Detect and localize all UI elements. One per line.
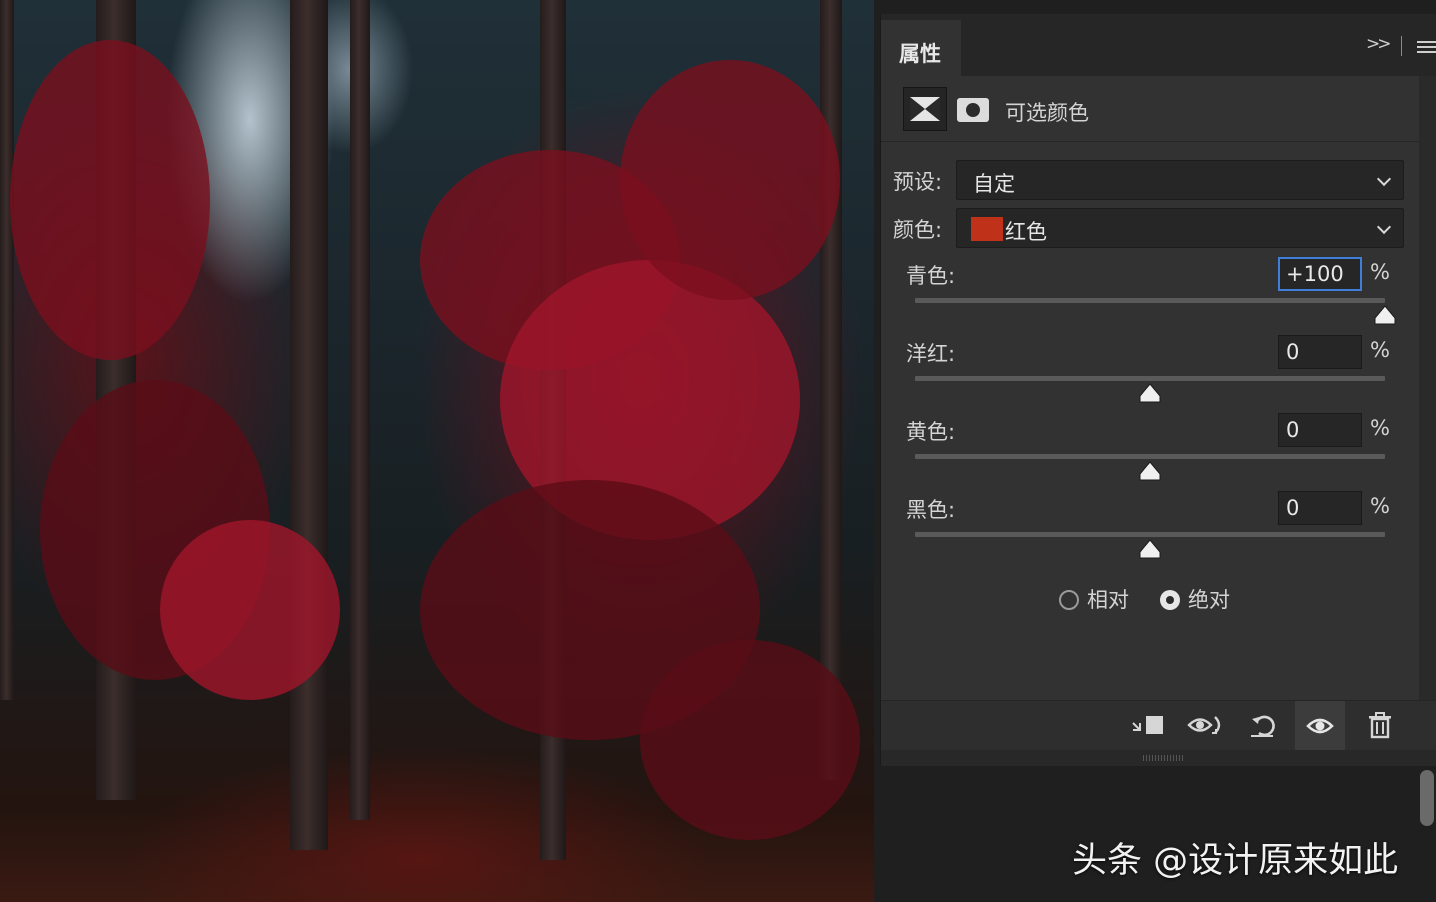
- cyan-slider-track[interactable]: [915, 298, 1385, 303]
- absolute-radio[interactable]: [1160, 590, 1180, 610]
- chevron-down-icon: [1376, 219, 1392, 235]
- chevron-down-icon: [1376, 171, 1392, 187]
- magenta-percent-sign: %: [1370, 338, 1390, 362]
- yellow-input[interactable]: 0: [1278, 413, 1362, 447]
- adjustment-title: 可选颜色: [1005, 101, 1089, 125]
- panel-footer: [881, 700, 1436, 751]
- delete-icon: [1369, 712, 1391, 739]
- yellow-slider-track[interactable]: [915, 454, 1385, 459]
- magenta-slider-thumb[interactable]: [1139, 383, 1161, 403]
- tree-trunk: [290, 0, 328, 850]
- relative-radio[interactable]: [1059, 590, 1079, 610]
- relative-label[interactable]: 相对: [1087, 584, 1129, 614]
- magenta-slider-track[interactable]: [915, 376, 1385, 381]
- preset-label: 预设:: [893, 170, 943, 194]
- preset-value: 自定: [973, 172, 1015, 196]
- clip-to-layer-icon: [1132, 716, 1163, 734]
- tab-properties[interactable]: 属性: [881, 20, 961, 76]
- view-previous-state-icon: [1187, 716, 1221, 734]
- foliage: [160, 520, 340, 700]
- yellow-label: 黄色:: [906, 420, 956, 444]
- color-swatch: [971, 217, 1003, 241]
- panel-resize-bar[interactable]: [881, 750, 1436, 766]
- black-label: 黑色:: [906, 498, 956, 522]
- preset-dropdown[interactable]: 自定: [956, 160, 1404, 200]
- toggle-visibility-button[interactable]: [1295, 701, 1345, 751]
- watermark: 头条 @设计原来如此: [1072, 841, 1399, 881]
- collapse-panel-icon[interactable]: >>: [1366, 34, 1391, 54]
- view-previous-state-button[interactable]: [1181, 701, 1231, 751]
- panel-tab-bar: 属性 >>: [881, 14, 1436, 76]
- selective-color-adjustment-icon[interactable]: [903, 87, 947, 131]
- colors-dropdown[interactable]: 红色: [956, 208, 1404, 248]
- cyan-slider-thumb[interactable]: [1374, 305, 1396, 325]
- yellow-percent-sign: %: [1370, 416, 1390, 440]
- yellow-slider-thumb[interactable]: [1139, 461, 1161, 481]
- cyan-label: 青色:: [906, 264, 956, 288]
- delete-button[interactable]: [1355, 701, 1405, 751]
- reset-icon: [1251, 715, 1275, 737]
- black-slider-thumb[interactable]: [1139, 539, 1161, 559]
- colors-value: 红色: [1005, 220, 1047, 244]
- divider: [1401, 36, 1402, 56]
- foliage: [620, 60, 840, 300]
- foliage: [10, 40, 210, 360]
- black-percent-sign: %: [1370, 494, 1390, 518]
- magenta-input[interactable]: 0: [1278, 335, 1362, 369]
- panel-dock-scrollbar[interactable]: [1420, 770, 1434, 826]
- document-canvas-photo[interactable]: [0, 0, 874, 902]
- properties-panel: 属性 >> 可选颜色 预设: 自定 颜色: 红色 青色: +100 % 洋红: …: [880, 14, 1436, 766]
- absolute-label[interactable]: 绝对: [1188, 584, 1230, 614]
- tree-trunk: [0, 0, 14, 700]
- panel-menu-icon[interactable]: [1417, 41, 1436, 56]
- cyan-percent-sign: %: [1370, 260, 1390, 284]
- tree-trunk: [350, 0, 370, 820]
- tab-properties-label: 属性: [899, 42, 941, 66]
- black-slider-track[interactable]: [915, 532, 1385, 537]
- black-input[interactable]: 0: [1278, 491, 1362, 525]
- panel-scrollbar[interactable]: [1419, 76, 1436, 700]
- resize-grip-icon[interactable]: [1143, 755, 1183, 761]
- foliage: [640, 640, 860, 840]
- reset-button[interactable]: [1239, 701, 1289, 751]
- layer-mask-icon[interactable]: [957, 98, 989, 122]
- cyan-input[interactable]: +100: [1278, 257, 1362, 291]
- visibility-icon: [1306, 718, 1334, 734]
- magenta-label: 洋红:: [906, 342, 956, 366]
- clip-to-layer-button[interactable]: [1123, 701, 1173, 751]
- colors-label: 颜色:: [893, 218, 943, 242]
